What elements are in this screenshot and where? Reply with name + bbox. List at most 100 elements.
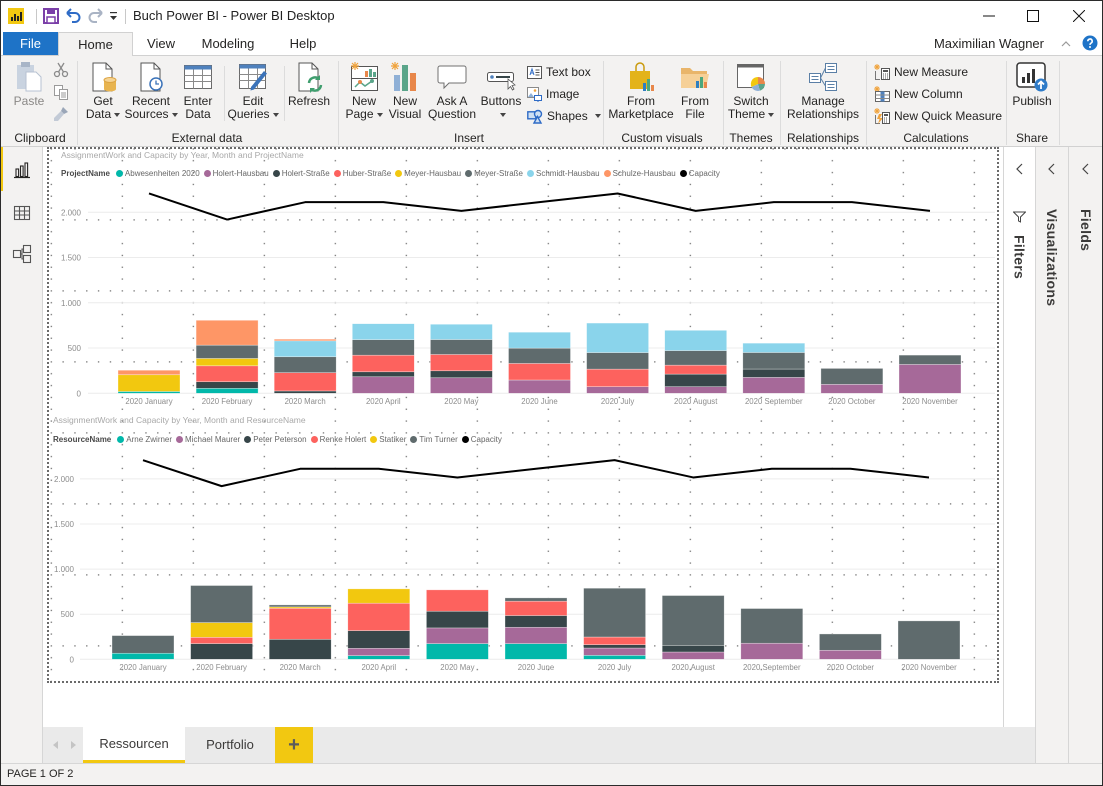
report-view-icon[interactable] — [11, 159, 33, 181]
tab-help[interactable]: Help — [283, 32, 323, 55]
from-file-button[interactable]: From File — [675, 59, 715, 127]
bar-holert-hausbau[interactable] — [508, 379, 571, 394]
bar-tim-turner[interactable] — [819, 633, 882, 651]
bar-michael-maurer[interactable] — [583, 647, 646, 656]
filters-pane[interactable]: Filters — [1003, 147, 1035, 727]
bar-tim-turner[interactable] — [661, 595, 725, 646]
bar-michael-maurer[interactable] — [740, 642, 804, 660]
tab-modeling[interactable]: Modeling — [197, 32, 259, 55]
bar-meyer-strasse[interactable] — [351, 339, 415, 356]
bar-huber-strasse[interactable] — [664, 364, 728, 375]
undo-icon[interactable] — [65, 7, 82, 24]
buttons-button[interactable]: Buttons — [476, 59, 526, 127]
bar-arne-zwirner[interactable] — [583, 655, 646, 660]
point-capacity[interactable] — [926, 474, 932, 480]
line-capacity[interactable] — [148, 192, 931, 221]
bar-michael-maurer[interactable] — [426, 627, 489, 644]
fields-pane[interactable]: Fields — [1068, 147, 1103, 763]
bar-holert-strasse[interactable] — [742, 368, 806, 378]
from-marketplace-button[interactable]: From Marketplace — [605, 59, 677, 127]
point-capacity[interactable] — [693, 208, 699, 214]
expand-filters-chevron-icon[interactable] — [1004, 163, 1035, 175]
point-capacity[interactable] — [771, 199, 777, 205]
customize-quick-access-icon[interactable] — [109, 11, 118, 21]
bar-tim-turner[interactable] — [740, 608, 804, 644]
bar-meyer-strasse[interactable] — [820, 368, 884, 385]
bar-renke-holert[interactable] — [583, 636, 646, 645]
page-tab-ressourcen[interactable]: Ressourcen — [83, 727, 185, 763]
bar-holert-strasse[interactable] — [273, 390, 337, 394]
bar-peter-peterson[interactable] — [190, 643, 253, 660]
chart-plot[interactable]: 0 500 1.000 1.500 2.000 2020 January 2020 Febr… — [48, 147, 998, 410]
bar-holert-hausbau[interactable] — [430, 377, 493, 394]
point-capacity[interactable] — [380, 199, 386, 205]
bar-meyer-strasse[interactable] — [898, 354, 962, 365]
bar-holert-hausbau[interactable] — [742, 377, 806, 394]
bar-renke-holert[interactable] — [347, 602, 411, 631]
switch-theme-button[interactable]: Switch Theme — [724, 59, 778, 127]
add-page-button[interactable]: + — [275, 727, 313, 763]
bar-arne-zwirner[interactable] — [426, 643, 489, 660]
bar-statiker[interactable] — [190, 622, 253, 638]
bar-schmidt-hausbau[interactable] — [273, 340, 337, 358]
data-view-icon[interactable] — [11, 202, 33, 224]
bar-holert-strasse[interactable] — [430, 370, 493, 379]
bar-tim-turner[interactable] — [504, 597, 568, 602]
bar-meyer-strasse[interactable] — [742, 352, 806, 370]
line-capacity[interactable] — [142, 459, 930, 488]
bar-michael-maurer[interactable] — [661, 651, 725, 660]
bar-holert-strasse[interactable] — [195, 381, 259, 389]
ask-question-button[interactable]: Ask A Question — [424, 59, 480, 127]
bar-renke-holert[interactable] — [268, 607, 332, 640]
new-quick-measure-button[interactable]: New Quick Measure — [874, 107, 1002, 125]
point-capacity[interactable] — [224, 217, 230, 223]
point-capacity[interactable] — [847, 466, 853, 472]
point-capacity[interactable] — [140, 457, 146, 463]
bar-tim-turner[interactable] — [583, 587, 646, 638]
point-capacity[interactable] — [376, 466, 382, 472]
bar-renke-holert[interactable] — [504, 600, 568, 616]
bar-michael-maurer[interactable] — [819, 649, 882, 660]
bar-schmidt-hausbau[interactable] — [351, 323, 415, 340]
enter-data-button[interactable]: Enter Data — [178, 59, 218, 127]
point-capacity[interactable] — [219, 483, 225, 489]
point-capacity[interactable] — [458, 208, 464, 214]
bar-tim-turner[interactable] — [897, 620, 961, 660]
paste-button[interactable]: Paste — [9, 59, 49, 127]
expand-visualizations-chevron-icon[interactable] — [1036, 163, 1068, 175]
bar-tim-turner[interactable] — [190, 585, 253, 623]
bar-meyer-strasse[interactable] — [508, 347, 571, 364]
edit-queries-button[interactable]: Edit Queries — [225, 59, 281, 127]
point-capacity[interactable] — [454, 474, 460, 480]
image-button[interactable]: Image — [527, 85, 579, 103]
bar-huber-strasse[interactable] — [195, 365, 259, 383]
point-capacity[interactable] — [297, 466, 303, 472]
point-capacity[interactable] — [769, 466, 775, 472]
bar-holert-hausbau[interactable] — [586, 386, 649, 394]
bar-statiker[interactable] — [347, 588, 411, 604]
publish-button[interactable]: Publish — [1008, 59, 1056, 127]
text-box-button[interactable]: Text box — [527, 63, 591, 81]
visualizations-pane[interactable]: Visualizations — [1035, 147, 1068, 763]
bar-schmidt-hausbau[interactable] — [430, 323, 493, 340]
scroll-tabs-left-icon[interactable] — [53, 741, 59, 749]
bar-peter-peterson[interactable] — [661, 645, 725, 653]
report-canvas[interactable]: AssignmentWork and Capacity by Year, Mon… — [43, 147, 1003, 727]
bar-tim-turner[interactable] — [268, 604, 332, 608]
bar-arne-zwirner[interactable] — [504, 643, 568, 660]
bar-tim-turner[interactable] — [111, 635, 175, 654]
bar-schmidt-hausbau[interactable] — [742, 342, 806, 353]
point-capacity[interactable] — [849, 199, 855, 205]
recent-sources-button[interactable]: Recent Sources — [123, 59, 179, 127]
page-tab-portfolio[interactable]: Portfolio — [185, 727, 275, 763]
bar-huber-strasse[interactable] — [273, 372, 337, 392]
cut-icon[interactable] — [53, 62, 69, 78]
bar-peter-peterson[interactable] — [504, 615, 568, 628]
bar-peter-peterson[interactable] — [426, 610, 489, 629]
bar-schmidt-hausbau[interactable] — [664, 330, 728, 351]
new-page-button[interactable]: New Page — [341, 59, 387, 127]
save-icon[interactable] — [43, 8, 59, 24]
bar-michael-maurer[interactable] — [504, 626, 568, 644]
bar-michael-maurer[interactable] — [347, 647, 411, 656]
point-capacity[interactable] — [146, 190, 152, 196]
